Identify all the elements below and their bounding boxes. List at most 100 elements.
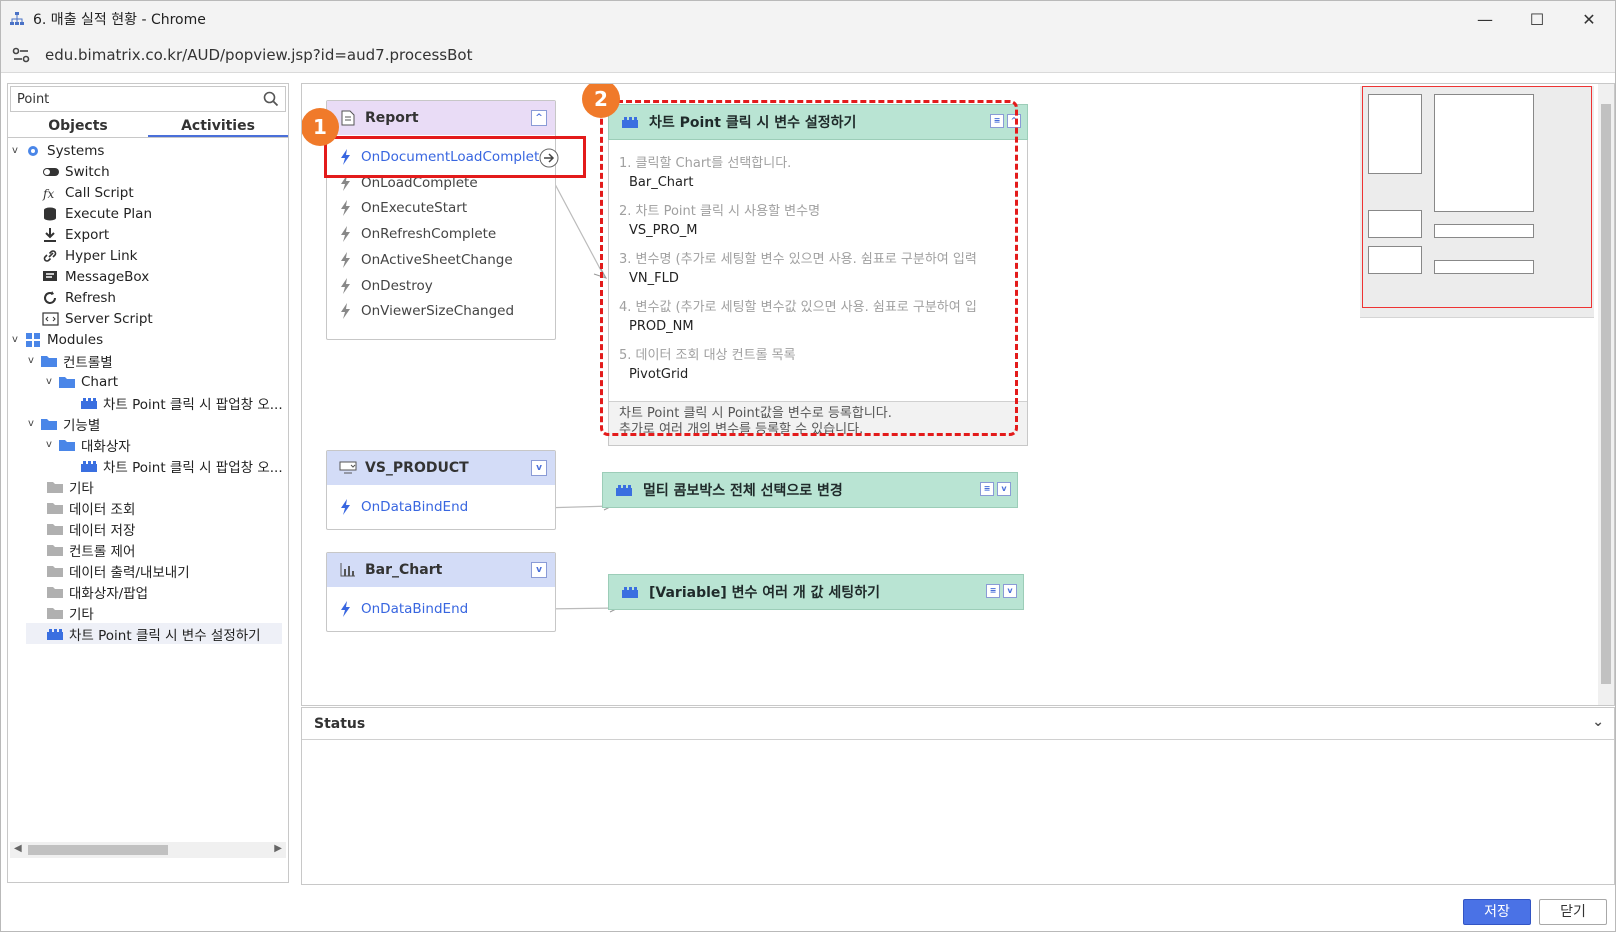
action-multi-combobox[interactable]: 멀티 콤보박스 전체 선택으로 변경 ≡ v: [602, 472, 1018, 508]
tree-item-module-selected[interactable]: 차트 Point 클릭 시 변수 설정하기: [26, 623, 282, 644]
sitemap-icon: [10, 12, 24, 25]
tree-item-folder[interactable]: 데이터 출력/내보내기: [46, 560, 190, 581]
tree-item-module[interactable]: 차트 Point 클릭 시 팝업창 오...: [80, 455, 283, 476]
tree-item-folder[interactable]: 데이터 조회: [46, 497, 135, 518]
horizontal-scrollbar[interactable]: ◀ ▶: [10, 842, 286, 858]
download-icon: [44, 227, 56, 242]
search-box: [10, 86, 286, 112]
event-onactivesheetchange[interactable]: OnActiveSheetChange: [339, 250, 513, 270]
tree-item-execute-plan[interactable]: Execute Plan: [42, 203, 152, 224]
activities-panel: Objects Activities vSystems Switch fxCal…: [7, 83, 289, 883]
status-header[interactable]: Status ⌄: [302, 708, 1614, 740]
folder-icon: [41, 355, 57, 367]
action-variable-set[interactable]: [Variable] 변수 여러 개 값 세팅하기 ≡ v: [608, 574, 1024, 610]
grid-icon: [26, 332, 40, 347]
close-button[interactable]: 닫기: [1539, 899, 1607, 925]
lightning-icon: [341, 252, 350, 268]
folder-icon: [47, 544, 63, 556]
highlight-box-1: [324, 136, 586, 178]
address-bar: edu.bimatrix.co.kr/AUD/popview.jsp?id=au…: [1, 37, 1615, 73]
collapse-icon[interactable]: ^: [531, 110, 547, 126]
expand-icon[interactable]: v: [997, 482, 1011, 496]
folder-icon: [47, 502, 63, 514]
tree-item-folder[interactable]: 데이터 저장: [46, 518, 135, 539]
scroll-left-icon[interactable]: ◀: [14, 843, 22, 854]
link-icon: [43, 249, 57, 262]
tree-item-folder[interactable]: v 대화상자: [46, 434, 131, 455]
bar-chart-node[interactable]: Bar_Chart v OnDataBindEnd: [326, 552, 556, 632]
expand-icon[interactable]: v: [531, 562, 547, 578]
event-onviewersizechanged[interactable]: OnViewerSizeChanged: [339, 301, 514, 321]
expand-icon[interactable]: v: [1003, 584, 1017, 598]
bar-chart-node-header: Bar_Chart v: [327, 553, 555, 587]
minimap-block: [1368, 246, 1422, 274]
url-text[interactable]: edu.bimatrix.co.kr/AUD/popview.jsp?id=au…: [45, 46, 472, 64]
scroll-right-icon[interactable]: ▶: [274, 843, 282, 854]
minimap-block: [1368, 94, 1422, 174]
save-button[interactable]: 저장: [1463, 899, 1531, 925]
tree-item-systems[interactable]: v Systems: [12, 140, 104, 161]
tree-item-folder[interactable]: v 컨트롤별: [28, 350, 113, 371]
chrome-popup-window: 6. 매출 실적 현황 - Chrome — ☐ ✕ edu.bimatrix.…: [0, 0, 1616, 932]
vs-product-node-header: VS_PRODUCT v: [327, 451, 555, 485]
chevron-down-icon[interactable]: v: [46, 376, 58, 387]
site-settings-icon[interactable]: [11, 46, 31, 64]
folder-icon: [59, 376, 75, 388]
folder-icon: [41, 418, 57, 430]
folder-icon: [47, 481, 63, 493]
tree-item-export[interactable]: Export: [42, 224, 109, 245]
chevron-down-icon[interactable]: v: [28, 418, 40, 429]
minimap-block: [1434, 94, 1534, 212]
list-icon[interactable]: ≡: [980, 482, 994, 496]
minimap[interactable]: [1360, 86, 1594, 318]
folder-icon: [47, 523, 63, 535]
tree-item-folder[interactable]: 기타: [46, 476, 94, 497]
window-title: 6. 매출 실적 현황 - Chrome: [33, 12, 206, 28]
chevron-down-icon[interactable]: v: [46, 439, 58, 450]
event-onrefreshcomplete[interactable]: OnRefreshComplete: [339, 224, 496, 244]
svg-text:fx: fx: [42, 187, 54, 201]
expand-icon[interactable]: v: [531, 460, 547, 476]
search-input[interactable]: [17, 90, 257, 108]
tab-objects[interactable]: Objects: [8, 114, 148, 137]
chevron-down-icon[interactable]: v: [28, 355, 40, 366]
tree-item-folder[interactable]: 대화상자/팝업: [46, 581, 148, 602]
maximize-button[interactable]: ☐: [1511, 1, 1563, 37]
tree-item-folder[interactable]: 컨트롤 제어: [46, 539, 135, 560]
event-ondestroy[interactable]: OnDestroy: [339, 276, 433, 296]
tree-item-folder[interactable]: v Chart: [46, 371, 118, 392]
chevron-down-icon[interactable]: v: [12, 145, 24, 156]
document-icon: [341, 110, 355, 126]
tree-item-refresh[interactable]: Refresh: [42, 287, 116, 308]
tree-item-switch[interactable]: Switch: [42, 161, 110, 182]
tab-activities[interactable]: Activities: [148, 114, 288, 137]
lightning-icon: [341, 226, 350, 242]
tree-item-folder[interactable]: v 기능별: [28, 413, 100, 434]
tree-item-hyper-link[interactable]: Hyper Link: [42, 245, 138, 266]
tree-item-messagebox[interactable]: MessageBox: [42, 266, 149, 287]
tree-item-module[interactable]: 차트 Point 클릭 시 팝업창 오...: [80, 392, 283, 413]
tree-item-server-script[interactable]: Server Script: [42, 308, 153, 329]
event-ondatabindend[interactable]: OnDataBindEnd: [339, 497, 468, 517]
tree-item-call-script[interactable]: fx Call Script: [42, 182, 134, 203]
tree-item-modules[interactable]: v Modules: [12, 329, 103, 350]
scroll-thumb[interactable]: [28, 845, 168, 855]
event-onexecutestart[interactable]: OnExecuteStart: [339, 198, 467, 218]
vertical-scrollbar[interactable]: [1598, 84, 1614, 705]
block-icon: [81, 460, 97, 472]
folder-icon: [47, 586, 63, 598]
event-ondatabindend[interactable]: OnDataBindEnd: [339, 599, 468, 619]
database-icon: [44, 207, 56, 220]
combobox-icon: [339, 461, 357, 474]
lightning-icon: [341, 499, 350, 515]
process-canvas: Report ^ OnDocumentLoadComplete OnLoadCo…: [301, 83, 1615, 706]
minimize-button[interactable]: —: [1459, 1, 1511, 37]
vs-product-node[interactable]: VS_PRODUCT v OnDataBindEnd: [326, 450, 556, 530]
chevron-down-icon[interactable]: v: [12, 334, 24, 345]
list-icon[interactable]: ≡: [986, 584, 1000, 598]
chevron-down-icon[interactable]: ⌄: [1592, 714, 1604, 730]
close-window-button[interactable]: ✕: [1563, 1, 1615, 37]
scroll-thumb[interactable]: [1601, 104, 1611, 684]
tree-item-folder[interactable]: 기타: [46, 602, 94, 623]
search-icon[interactable]: [263, 91, 279, 107]
